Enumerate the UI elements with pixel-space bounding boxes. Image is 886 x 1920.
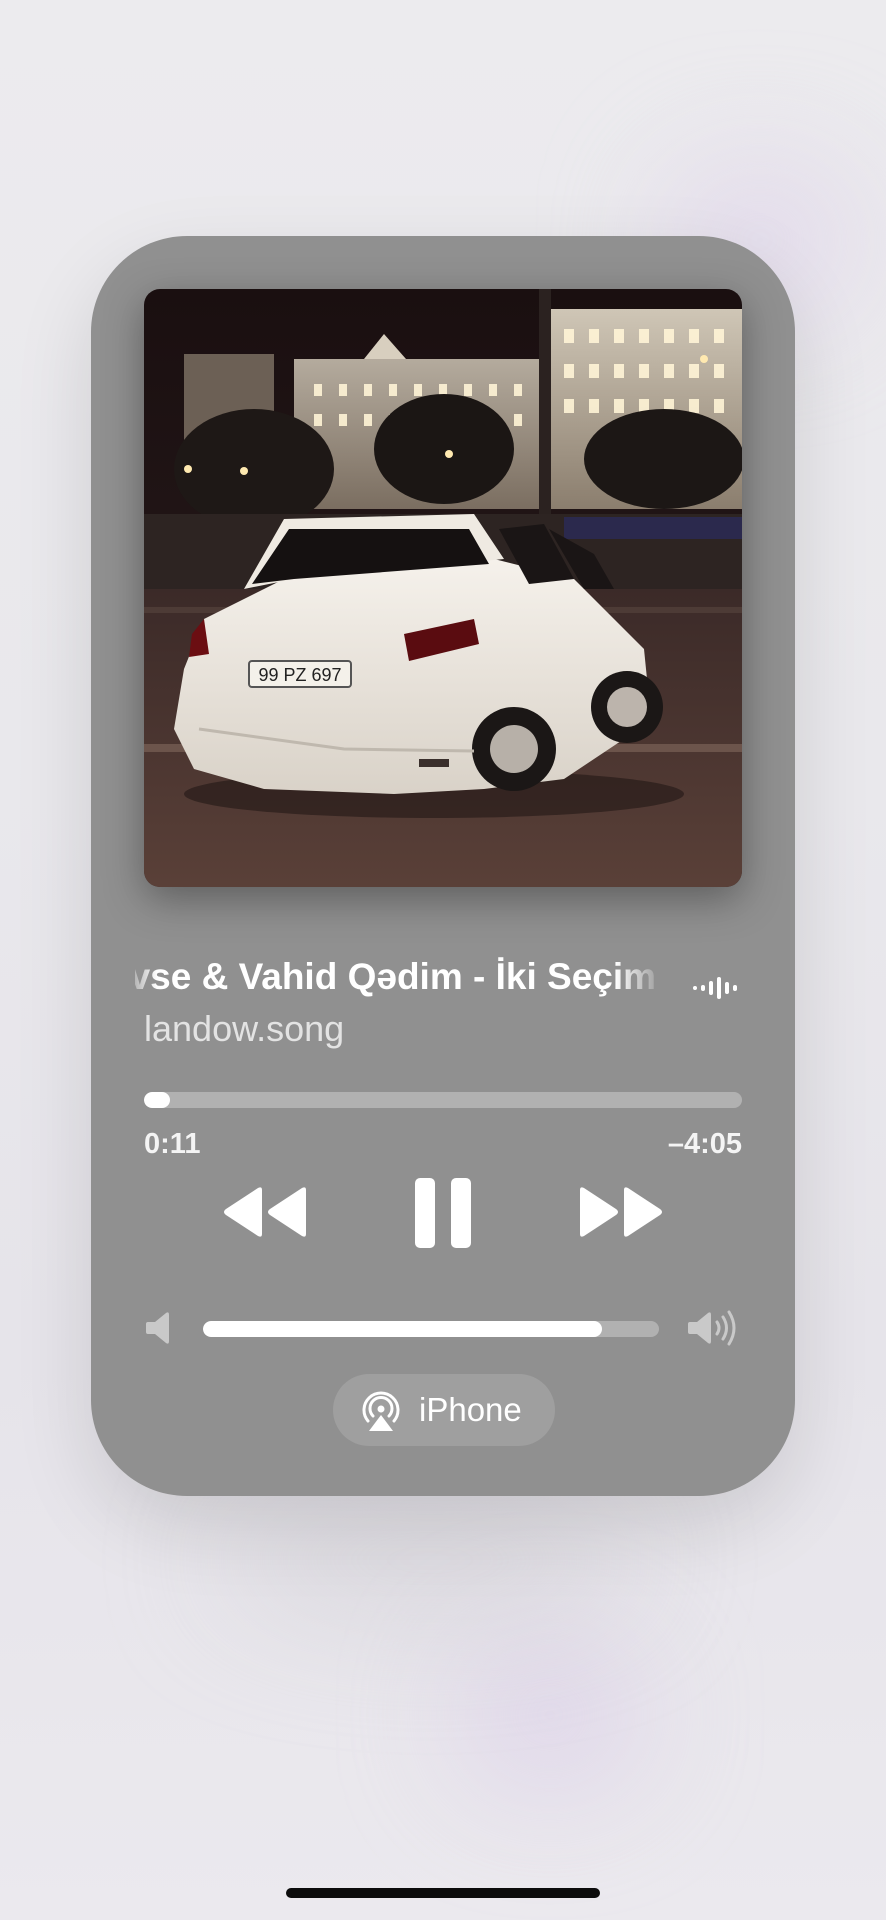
album-artwork[interactable]: 99 PZ 697: [144, 289, 742, 887]
track-title-text: Lvse & Vahid Qədim - İki Seçim: [135, 956, 657, 997]
audio-output-button[interactable]: iPhone: [333, 1374, 555, 1446]
track-artist[interactable]: landow.song: [144, 1006, 344, 1052]
car-at-night-photo: 99 PZ 697: [144, 289, 742, 887]
waveform-icon[interactable]: [691, 976, 743, 1000]
home-indicator[interactable]: [286, 1888, 600, 1898]
forward-button[interactable]: [578, 1186, 664, 1238]
airplay-icon: [362, 1391, 400, 1431]
pause-button[interactable]: [413, 1176, 473, 1250]
background-glow: [220, 1500, 640, 1620]
volume-level-fill: [203, 1321, 602, 1337]
backward-icon: [224, 1187, 306, 1237]
now-playing-card: 99 PZ 697 Lvse & Vahid Qədim - İki Seçim…: [91, 236, 795, 1496]
elapsed-time: 0:11: [144, 1128, 201, 1160]
speaker-low-icon: [146, 1312, 169, 1344]
remaining-time: –4:05: [667, 1128, 742, 1160]
playback-scrubber[interactable]: [144, 1092, 742, 1108]
speaker-high-icon: [688, 1310, 736, 1346]
rewind-button[interactable]: [222, 1186, 308, 1238]
playback-progress-fill: [144, 1092, 170, 1108]
volume-slider[interactable]: [203, 1321, 659, 1337]
audio-output-label: iPhone: [419, 1391, 522, 1428]
pause-icon: [415, 1178, 471, 1248]
svg-text:99 PZ 697: 99 PZ 697: [258, 665, 341, 685]
track-title: Lvse & Vahid Qədim - İki Seçim: [135, 952, 665, 1002]
forward-icon: [580, 1187, 662, 1237]
background-glow: [460, 1640, 640, 1790]
